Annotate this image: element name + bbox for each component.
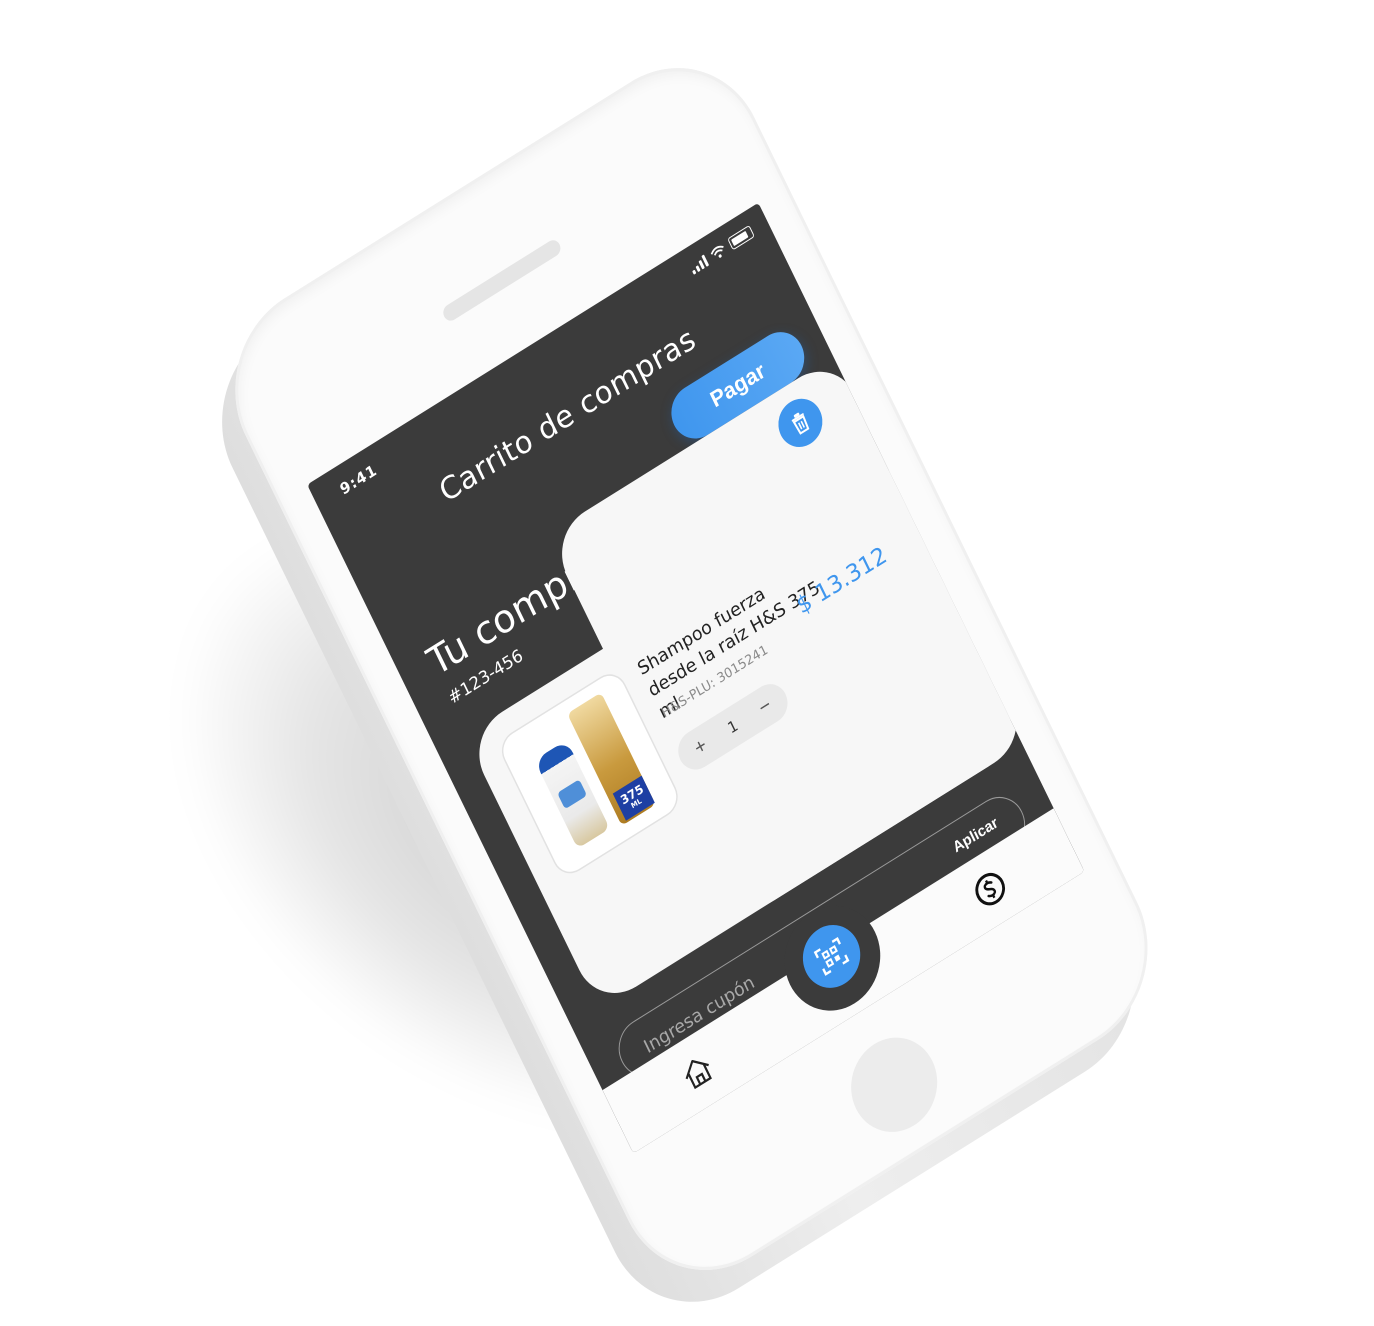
status-icons: [688, 224, 755, 275]
wifi-icon: [710, 245, 724, 258]
trash-icon: [791, 412, 810, 435]
quantity-value: 1: [724, 716, 741, 738]
battery-icon: [727, 224, 755, 251]
home-button[interactable]: [836, 1020, 953, 1150]
cellular-signal-icon: [689, 254, 710, 275]
status-time: 9:41: [337, 460, 381, 499]
decrease-quantity-button[interactable]: −: [750, 690, 781, 724]
phone-speaker: [440, 237, 564, 324]
increase-quantity-button[interactable]: +: [685, 730, 716, 764]
scan-icon: [813, 936, 850, 976]
stage: 9:41 Carrito de compras Pagar Tu compra …: [0, 0, 1374, 1326]
